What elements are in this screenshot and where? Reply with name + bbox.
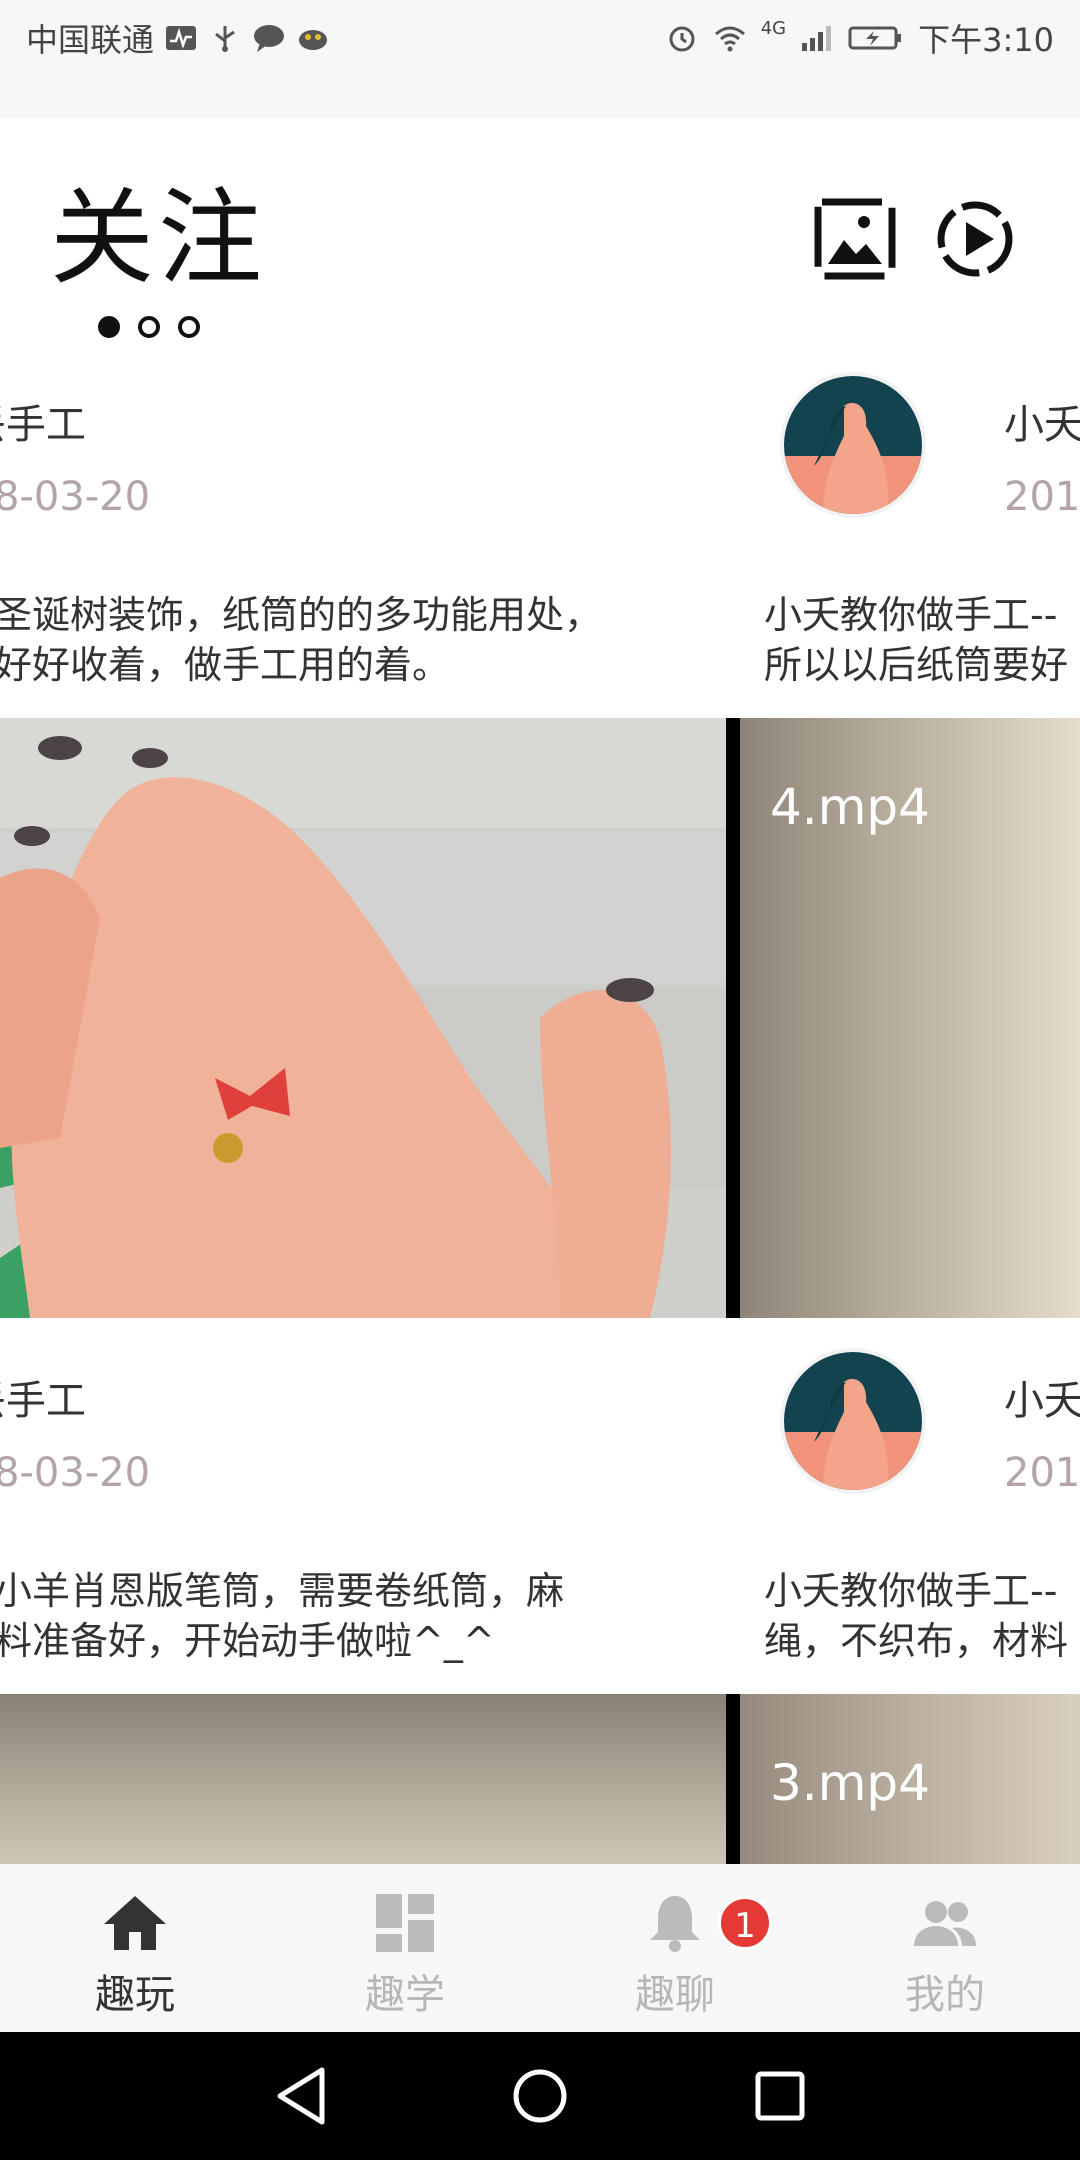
author-name: 小夭 bbox=[1004, 1378, 1080, 1424]
nav-label: 趣学 bbox=[365, 1972, 445, 2018]
card-meta: 丢手工 8-03-20 圣诞树装饰，纸筒的的多功能用处， 好好收着，做手工用的着… bbox=[0, 348, 726, 718]
network-type: 4G bbox=[760, 17, 787, 39]
system-nav-bar bbox=[0, 2032, 1080, 2160]
nav-item-quwan[interactable]: 趣玩 bbox=[0, 1864, 270, 2032]
hand-craft-thumbnail bbox=[0, 718, 726, 1318]
page-indicator bbox=[98, 316, 200, 338]
avatar-image bbox=[784, 1352, 922, 1490]
caption-line: 圣诞树装饰，纸筒的的多功能用处， bbox=[0, 593, 603, 637]
nav-item-quxue[interactable]: 趣学 bbox=[270, 1864, 540, 2032]
dashboard-icon bbox=[376, 1894, 434, 1952]
signal-icon bbox=[802, 26, 832, 51]
nav-label: 趣玩 bbox=[95, 1972, 175, 2018]
bell-icon bbox=[650, 1896, 700, 1952]
feed-card[interactable]: 小夭 2018 小夭教你做手工-- 绳，不织布，材料 3.mp4 bbox=[740, 1324, 1080, 1864]
status-left: 中国联通 bbox=[26, 14, 330, 62]
header: 关注 bbox=[0, 118, 1080, 348]
nav-item-quliao[interactable]: 趣聊 bbox=[540, 1864, 810, 2032]
post-date: 2018 bbox=[1004, 1450, 1080, 1496]
video-thumbnail[interactable]: 4.mp4 bbox=[740, 718, 1080, 1318]
caption-line: 小夭教你做手工-- bbox=[764, 593, 1058, 637]
avatar[interactable] bbox=[780, 372, 926, 518]
caption-line: 绳，不织布，材料 bbox=[764, 1619, 1069, 1663]
home-icon bbox=[104, 1896, 166, 1950]
caption-line: 所以以后纸筒要好 bbox=[764, 643, 1069, 687]
carrier-name: 中国联通 bbox=[26, 21, 155, 59]
status-bar: 中国联通 4G 下午3:10 bbox=[0, 0, 1080, 118]
author-name: 小夭 bbox=[1004, 402, 1080, 448]
video-thumbnail[interactable]: 3.mp4 bbox=[740, 1694, 1080, 1864]
feed-card[interactable]: 丢手工 8-03-20 小羊肖恩版笔筒，需要卷纸筒，麻 料准备好，开始动手做啦^… bbox=[0, 1324, 726, 1864]
column-divider bbox=[726, 718, 740, 1318]
video-thumbnail[interactable] bbox=[0, 718, 726, 1318]
clock: 下午3:10 bbox=[918, 21, 1054, 59]
nav-label: 我的 bbox=[905, 1972, 985, 2018]
app-icon bbox=[299, 30, 328, 50]
avatar-image bbox=[784, 376, 922, 514]
activity-icon bbox=[166, 26, 197, 50]
image-icon[interactable] bbox=[814, 198, 896, 280]
people-icon bbox=[914, 1901, 976, 1946]
nav-label: 趣聊 bbox=[635, 1972, 715, 2018]
caption-line: 小夭教你做手工-- bbox=[764, 1569, 1058, 1613]
play-circle-icon[interactable] bbox=[934, 198, 1016, 280]
card-meta: 丢手工 8-03-20 小羊肖恩版笔筒，需要卷纸筒，麻 料准备好，开始动手做啦^… bbox=[0, 1324, 726, 1694]
avatar[interactable] bbox=[780, 1348, 926, 1494]
wifi-icon bbox=[714, 26, 745, 52]
usb-icon bbox=[215, 26, 235, 52]
feed-card[interactable]: 小夭 2018 小夭教你做手工-- 所以以后纸筒要好 4.mp4 bbox=[740, 348, 1080, 1320]
bottom-nav: 趣玩 趣学 趣聊 1 我的 bbox=[0, 1864, 1080, 2032]
back-icon[interactable] bbox=[266, 2062, 334, 2130]
notification-badge: 1 bbox=[718, 1896, 772, 1950]
post-date: 8-03-20 bbox=[0, 1450, 151, 1496]
video-file-label: 3.mp4 bbox=[770, 1754, 930, 1812]
column-divider bbox=[726, 1694, 740, 1864]
caption-line: 小羊肖恩版笔筒，需要卷纸筒，麻 bbox=[0, 1569, 565, 1613]
card-meta: 小夭 2018 小夭教你做手工-- 所以以后纸筒要好 bbox=[740, 348, 1080, 718]
author-name: 丢手工 bbox=[0, 402, 86, 448]
home-circle-icon[interactable] bbox=[506, 2062, 574, 2130]
page-dot-active bbox=[98, 316, 120, 338]
post-date: 2018 bbox=[1004, 474, 1080, 520]
caption-line: 好好收着，做手工用的着。 bbox=[0, 643, 451, 687]
message-icon bbox=[254, 25, 285, 52]
recents-icon[interactable] bbox=[746, 2062, 814, 2130]
page-dot bbox=[138, 316, 160, 338]
nav-item-wode[interactable]: 我的 bbox=[810, 1864, 1080, 2032]
feed[interactable]: 丢手工 8-03-20 圣诞树装饰，纸筒的的多功能用处， 好好收着，做手工用的着… bbox=[0, 348, 1080, 1864]
page-dot bbox=[178, 316, 200, 338]
page-title: 关注 bbox=[50, 177, 267, 299]
caption-line: 料准备好，开始动手做啦^_^ bbox=[0, 1619, 495, 1663]
battery-charging-icon bbox=[848, 26, 902, 50]
video-file-label: 4.mp4 bbox=[770, 778, 930, 836]
alarm-icon bbox=[669, 26, 695, 52]
author-name: 丢手工 bbox=[0, 1378, 86, 1424]
card-meta: 小夭 2018 小夭教你做手工-- 绳，不织布，材料 bbox=[740, 1324, 1080, 1694]
video-thumbnail[interactable] bbox=[0, 1694, 726, 1864]
post-date: 8-03-20 bbox=[0, 474, 151, 520]
feed-card[interactable]: 丢手工 8-03-20 圣诞树装饰，纸筒的的多功能用处， 好好收着，做手工用的着… bbox=[0, 348, 726, 1320]
status-right: 4G 下午3:10 bbox=[665, 14, 1054, 62]
